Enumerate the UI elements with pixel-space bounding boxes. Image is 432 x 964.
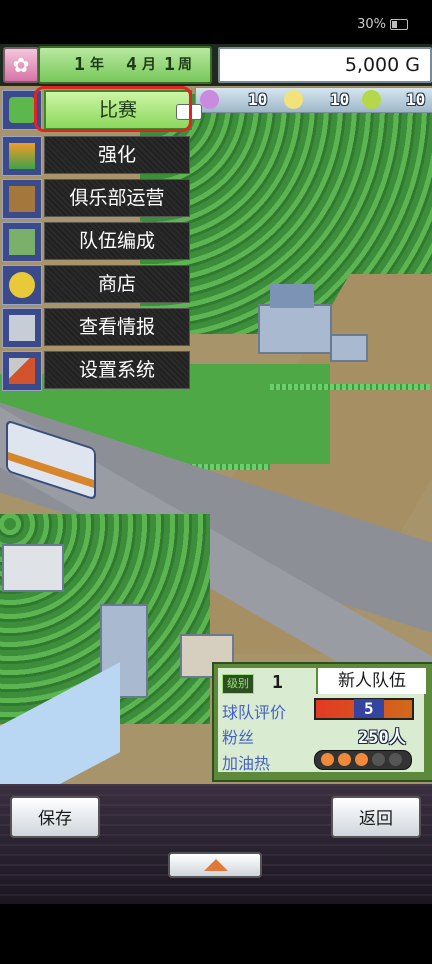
town-house (2, 544, 64, 592)
menu-button-upgrade[interactable]: 强化 (44, 136, 190, 174)
money-value: 5,000 G (344, 54, 420, 76)
team-info-panel[interactable]: 级别 1 新人队伍 球队评价 5 粉丝 250人 加油热 (212, 662, 432, 782)
info-icon (2, 308, 42, 348)
battery-percent: 30% (357, 17, 386, 32)
stat-lightbulb-value: 10 (330, 90, 350, 109)
back-button[interactable]: 返回 (331, 796, 421, 838)
cheer-dot (355, 753, 368, 766)
status-bar: 30% (0, 0, 432, 44)
stats-row: 10 10 10 (195, 87, 432, 113)
menu-item-shop[interactable]: 商店 (0, 263, 192, 305)
calendar-icon[interactable]: ✿ (3, 47, 39, 83)
cheer-meter (314, 750, 412, 770)
rating-bar: 5 (314, 698, 414, 720)
menu-item-info[interactable]: 查看情报 (0, 306, 192, 348)
shop-icon (2, 265, 42, 305)
expand-button[interactable] (168, 852, 262, 878)
annex-building (330, 334, 368, 362)
year-unit: 年 (90, 57, 104, 73)
stat-coin-value: 10 (406, 90, 426, 109)
cheer-dot (389, 753, 402, 766)
save-button[interactable]: 保存 (10, 796, 100, 838)
clubhouse-roof (270, 284, 314, 308)
battery-icon (390, 19, 408, 30)
date-display: 1 年 4 月 1 周 (38, 46, 212, 84)
highlight-outline (34, 86, 192, 132)
menu-button-team[interactable]: 队伍编成 (44, 222, 190, 260)
stat-heart-value: 10 (248, 90, 268, 109)
cheer-dot (372, 753, 385, 766)
arrow-up-icon (204, 859, 228, 871)
month-number: 4 (126, 54, 137, 75)
cheer-dot (321, 753, 334, 766)
menu-item-team[interactable]: 队伍编成 (0, 220, 192, 262)
clubhouse-building[interactable] (258, 304, 332, 354)
menu-item-settings[interactable]: 设置系统 (0, 349, 192, 391)
coin-icon (362, 90, 381, 109)
cheer-label: 加油热 (222, 754, 271, 773)
field-fence (270, 384, 430, 390)
money-display: 5,000 G (218, 47, 432, 83)
rating-label: 球队评价 (222, 703, 287, 722)
club-icon (2, 179, 42, 219)
settings-icon (2, 351, 42, 391)
clubhouse-lawn (180, 364, 330, 464)
team-name: 新人队伍 (316, 668, 426, 694)
cheer-dot (338, 753, 351, 766)
team-level: 1 (272, 672, 283, 693)
lightbulb-icon (284, 90, 303, 109)
month-unit: 月 (142, 57, 156, 73)
menu-button-info[interactable]: 查看情报 (44, 308, 190, 346)
menu-button-shop[interactable]: 商店 (44, 265, 190, 303)
menu-item-upgrade[interactable]: 强化 (0, 134, 192, 176)
menu-button-club[interactable]: 俱乐部运营 (44, 179, 190, 217)
fans-label: 粉丝 (222, 728, 255, 747)
week-number: 1 (164, 54, 175, 75)
level-badge: 级别 (222, 674, 254, 694)
heart-icon (200, 90, 219, 109)
team-icon (2, 222, 42, 262)
menu-button-settings[interactable]: 设置系统 (44, 351, 190, 389)
upgrade-icon (2, 136, 42, 176)
team-rating: 5 (354, 699, 384, 718)
team-info-inner: 级别 1 新人队伍 球队评价 5 粉丝 250人 加油热 (218, 668, 426, 773)
year-number: 1 (74, 54, 85, 75)
fans-count: 250人 (358, 728, 406, 748)
menu-item-club[interactable]: 俱乐部运营 (0, 177, 192, 219)
week-unit: 周 (178, 57, 192, 73)
